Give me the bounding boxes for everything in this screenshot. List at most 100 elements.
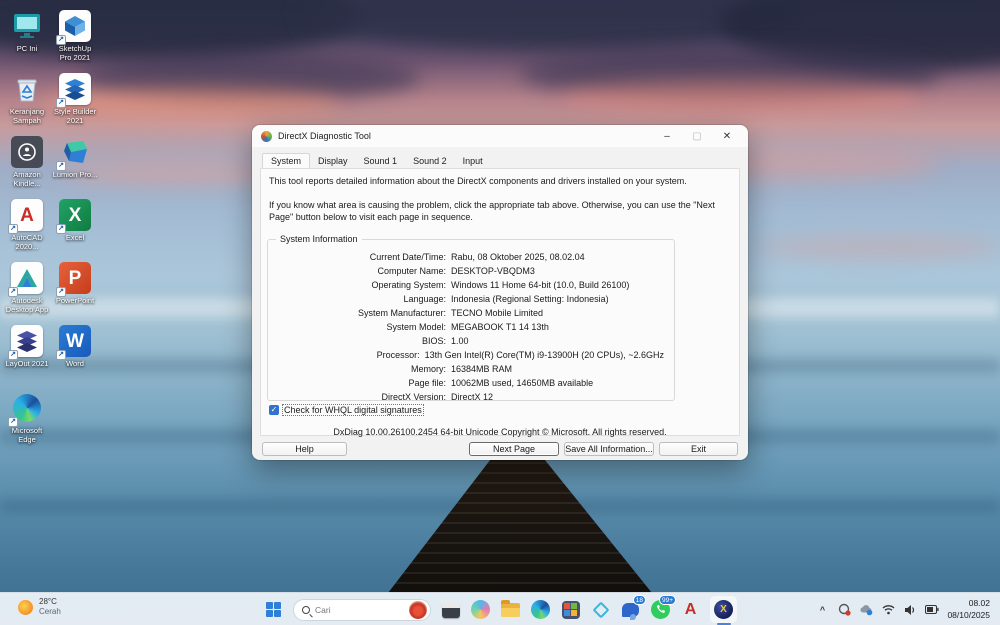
battery-icon[interactable] [925, 603, 939, 617]
shortcut-arrow-icon: ↗ [8, 417, 18, 427]
dxdiag-version-text: DxDiag 10.00.26100.2454 64-bit Unicode C… [261, 427, 739, 437]
field-value: Indonesia (Regional Setting: Indonesia) [451, 292, 609, 306]
style-builder-icon: ↗ [59, 73, 91, 105]
shortcut-arrow-icon: ↗ [56, 161, 66, 171]
field-value: DirectX 12 [451, 390, 493, 404]
desktop-icon-label: LayOut 2021 [6, 359, 49, 368]
autocad-letter: A [20, 206, 34, 225]
tab-sound1[interactable]: Sound 1 [356, 154, 406, 169]
shortcut-arrow-icon: ↗ [56, 224, 66, 234]
desktop-icon-sketchup[interactable]: ↗ SketchUp Pro 2021 [52, 10, 98, 62]
button-row: Help Next Page Save All Information... E… [262, 442, 738, 456]
desktop-icon-recycle-bin[interactable]: Keranjang Sampah [4, 73, 50, 125]
weather-temp: 28°C [39, 597, 61, 607]
shortcut-arrow-icon: ↗ [8, 287, 18, 297]
desktop-icon-word[interactable]: W ↗ Word [52, 325, 98, 368]
quick-share-button[interactable] [590, 599, 611, 620]
dxdiag-taskbar-button[interactable]: X [710, 596, 737, 623]
microsoft-store-button[interactable] [560, 599, 581, 620]
word-icon: W ↗ [59, 325, 91, 357]
desktop-icon-edge[interactable]: ↗ Microsoft Edge [4, 392, 50, 444]
autodesk-icon: ↗ [11, 262, 43, 294]
field-value: 16384MB RAM [451, 362, 512, 376]
folder-icon [501, 603, 520, 617]
help-button[interactable]: Help [262, 442, 347, 456]
system-tray: ^ 08.02 08/10/2025 [815, 593, 990, 625]
autocad-button[interactable]: A [680, 599, 701, 620]
powerpoint-icon: P ↗ [59, 262, 91, 294]
whatsapp-button[interactable]: 99+ [650, 599, 671, 620]
close-button[interactable]: ✕ [712, 125, 742, 147]
desktop-icon-layout[interactable]: ↗ LayOut 2021 [4, 325, 50, 368]
tab-strip: System Display Sound 1 Sound 2 Input [262, 152, 491, 169]
desktop-icon-excel[interactable]: X ↗ Excel [52, 199, 98, 242]
edge-button[interactable] [530, 599, 551, 620]
desktop-icon-label: PowerPoint [56, 296, 94, 305]
field-label: DirectX Version: [268, 390, 446, 404]
shortcut-arrow-icon: ↗ [56, 98, 66, 108]
cloud-icon[interactable] [859, 603, 873, 617]
desktop-icon-label: Microsoft Edge [4, 426, 50, 444]
next-page-button[interactable]: Next Page [469, 442, 559, 456]
shortcut-arrow-icon: ↗ [8, 350, 18, 360]
field-label: Operating System: [268, 278, 446, 292]
task-view-button[interactable] [440, 599, 461, 620]
desktop-icon-autocad[interactable]: A ↗ AutoCAD 2020... [4, 199, 50, 251]
search-input[interactable] [315, 605, 401, 615]
copilot-icon [471, 600, 490, 619]
whql-checkbox[interactable]: ✓ [269, 405, 279, 415]
field-label: BIOS: [268, 334, 446, 348]
desktop-icon-label: SketchUp Pro 2021 [52, 44, 98, 62]
file-explorer-button[interactable] [500, 599, 521, 620]
minimize-button[interactable]: – [652, 125, 682, 147]
field-label: System Manufacturer: [268, 306, 446, 320]
field-label: Computer Name: [268, 264, 446, 278]
whql-checkbox-row[interactable]: ✓ Check for WHQL digital signatures [269, 405, 423, 415]
sunset-glow [560, 80, 920, 114]
clock[interactable]: 08.02 08/10/2025 [947, 598, 990, 620]
desktop-icon-powerpoint[interactable]: P ↗ PowerPoint [52, 262, 98, 305]
microsoft-store-icon [562, 601, 580, 619]
field-label: Page file: [268, 376, 446, 390]
desktop-icon-label: Word [66, 359, 84, 368]
kindle-icon [11, 136, 43, 168]
tab-system[interactable]: System [262, 153, 310, 169]
desktop-icon-autodesk[interactable]: ↗ Autodesk Desktop App [4, 262, 50, 314]
copilot-button[interactable] [470, 599, 491, 620]
field-label: System Model: [268, 320, 446, 334]
desktop-icon-label: Lumion Pro... [53, 170, 98, 179]
volume-icon[interactable] [903, 603, 917, 617]
sync-alert-icon[interactable] [837, 603, 851, 617]
powerpoint-letter: P [69, 269, 82, 288]
edge-icon: ↗ [11, 392, 43, 424]
title-bar[interactable]: DirectX Diagnostic Tool – ▢ ✕ [252, 125, 748, 147]
save-all-information-button[interactable]: Save All Information... [564, 442, 654, 456]
desktop-icon-label: Style Builder 2021 [52, 107, 98, 125]
exit-button[interactable]: Exit [659, 442, 738, 456]
layout-icon: ↗ [11, 325, 43, 357]
tab-display[interactable]: Display [310, 154, 356, 169]
search-icon [302, 606, 310, 614]
dxdiag-window: DirectX Diagnostic Tool – ▢ ✕ System Dis… [252, 125, 748, 460]
search-box[interactable] [293, 599, 431, 621]
desktop-icon-label: Autodesk Desktop App [4, 296, 50, 314]
start-button[interactable] [263, 599, 284, 620]
desktop-icon-kindle[interactable]: Amazon Kindle... [4, 136, 50, 188]
wifi-icon[interactable] [881, 603, 895, 617]
excel-letter: X [69, 206, 82, 225]
tab-sound2[interactable]: Sound 2 [405, 154, 455, 169]
weather-condition: Cerah [39, 607, 61, 617]
tab-input[interactable]: Input [455, 154, 491, 169]
field-label: Processor: [268, 348, 420, 362]
chat-button[interactable]: 18 [620, 599, 641, 620]
desktop-icon-label: Excel [66, 233, 84, 242]
autocad-icon: A ↗ [11, 199, 43, 231]
desktop-icon-this-pc[interactable]: PC Ini [4, 10, 50, 53]
desktop-icon-style-builder[interactable]: ↗ Style Builder 2021 [52, 73, 98, 125]
desktop-icon-label: Keranjang Sampah [4, 107, 50, 125]
field-value: 13th Gen Intel(R) Core(TM) i9-13900H (20… [425, 348, 664, 362]
desktop-icon-lumion[interactable]: ↗ Lumion Pro... [52, 136, 98, 179]
group-title: System Information [276, 234, 362, 244]
weather-widget[interactable]: 28°C Cerah [18, 597, 61, 617]
hidden-icons-chevron[interactable]: ^ [815, 603, 829, 617]
